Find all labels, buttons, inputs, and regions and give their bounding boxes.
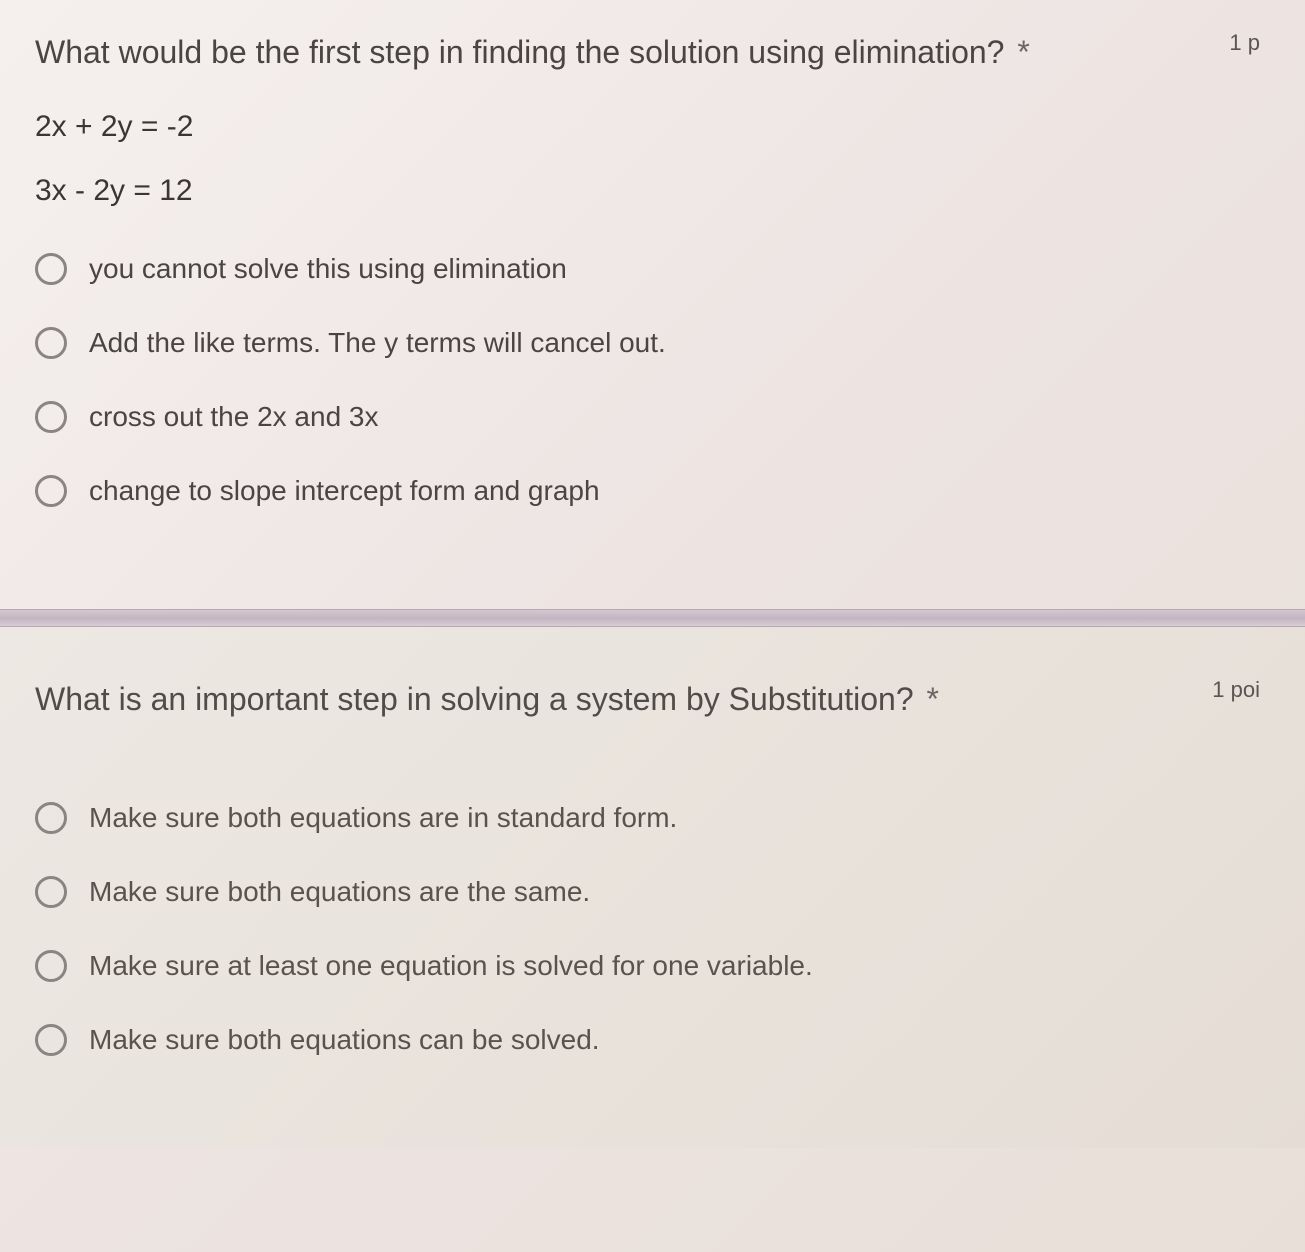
radio-icon[interactable]	[35, 802, 67, 834]
required-asterisk-2: *	[927, 681, 939, 717]
equation-2: 3x - 2y = 12	[35, 174, 1270, 208]
options-container-1: you cannot solve this using elimination …	[35, 253, 1270, 507]
radio-icon[interactable]	[35, 1024, 67, 1056]
question-header-1: What would be the first step in finding …	[35, 30, 1270, 110]
option-label: Make sure at least one equation is solve…	[89, 950, 813, 982]
option-label: Make sure both equations are in standard…	[89, 802, 677, 834]
question-text-1: What would be the first step in finding …	[35, 30, 1270, 75]
option-2-2[interactable]: Make sure both equations are the same.	[35, 876, 1270, 908]
option-1-3[interactable]: cross out the 2x and 3x	[35, 401, 1270, 433]
option-2-4[interactable]: Make sure both equations can be solved.	[35, 1024, 1270, 1056]
radio-icon[interactable]	[35, 950, 67, 982]
option-1-4[interactable]: change to slope intercept form and graph	[35, 475, 1270, 507]
radio-icon[interactable]	[35, 475, 67, 507]
option-label: Make sure both equations can be solved.	[89, 1024, 600, 1056]
option-1-1[interactable]: you cannot solve this using elimination	[35, 253, 1270, 285]
question-prompt-2: What is an important step in solving a s…	[35, 681, 914, 717]
option-label: cross out the 2x and 3x	[89, 401, 379, 433]
question-prompt-1: What would be the first step in finding …	[35, 34, 1004, 70]
options-container-2: Make sure both equations are in standard…	[35, 802, 1270, 1056]
points-label-1: 1 p	[1229, 30, 1260, 56]
radio-icon[interactable]	[35, 253, 67, 285]
points-label-2: 1 poi	[1212, 677, 1260, 703]
option-label: Add the like terms. The y terms will can…	[89, 327, 666, 359]
question-text-2: What is an important step in solving a s…	[35, 677, 1270, 722]
radio-icon[interactable]	[35, 876, 67, 908]
option-1-2[interactable]: Add the like terms. The y terms will can…	[35, 327, 1270, 359]
question-header-2: What is an important step in solving a s…	[35, 677, 1270, 757]
question-card-1: What would be the first step in finding …	[0, 0, 1305, 599]
option-label: change to slope intercept form and graph	[89, 475, 600, 507]
radio-icon[interactable]	[35, 401, 67, 433]
equation-1: 2x + 2y = -2	[35, 110, 1270, 144]
option-2-1[interactable]: Make sure both equations are in standard…	[35, 802, 1270, 834]
option-label: Make sure both equations are the same.	[89, 876, 590, 908]
option-2-3[interactable]: Make sure at least one equation is solve…	[35, 950, 1270, 982]
required-asterisk-1: *	[1017, 34, 1029, 70]
card-divider	[0, 609, 1305, 627]
question-card-2: What is an important step in solving a s…	[0, 627, 1305, 1148]
option-label: you cannot solve this using elimination	[89, 253, 567, 285]
radio-icon[interactable]	[35, 327, 67, 359]
